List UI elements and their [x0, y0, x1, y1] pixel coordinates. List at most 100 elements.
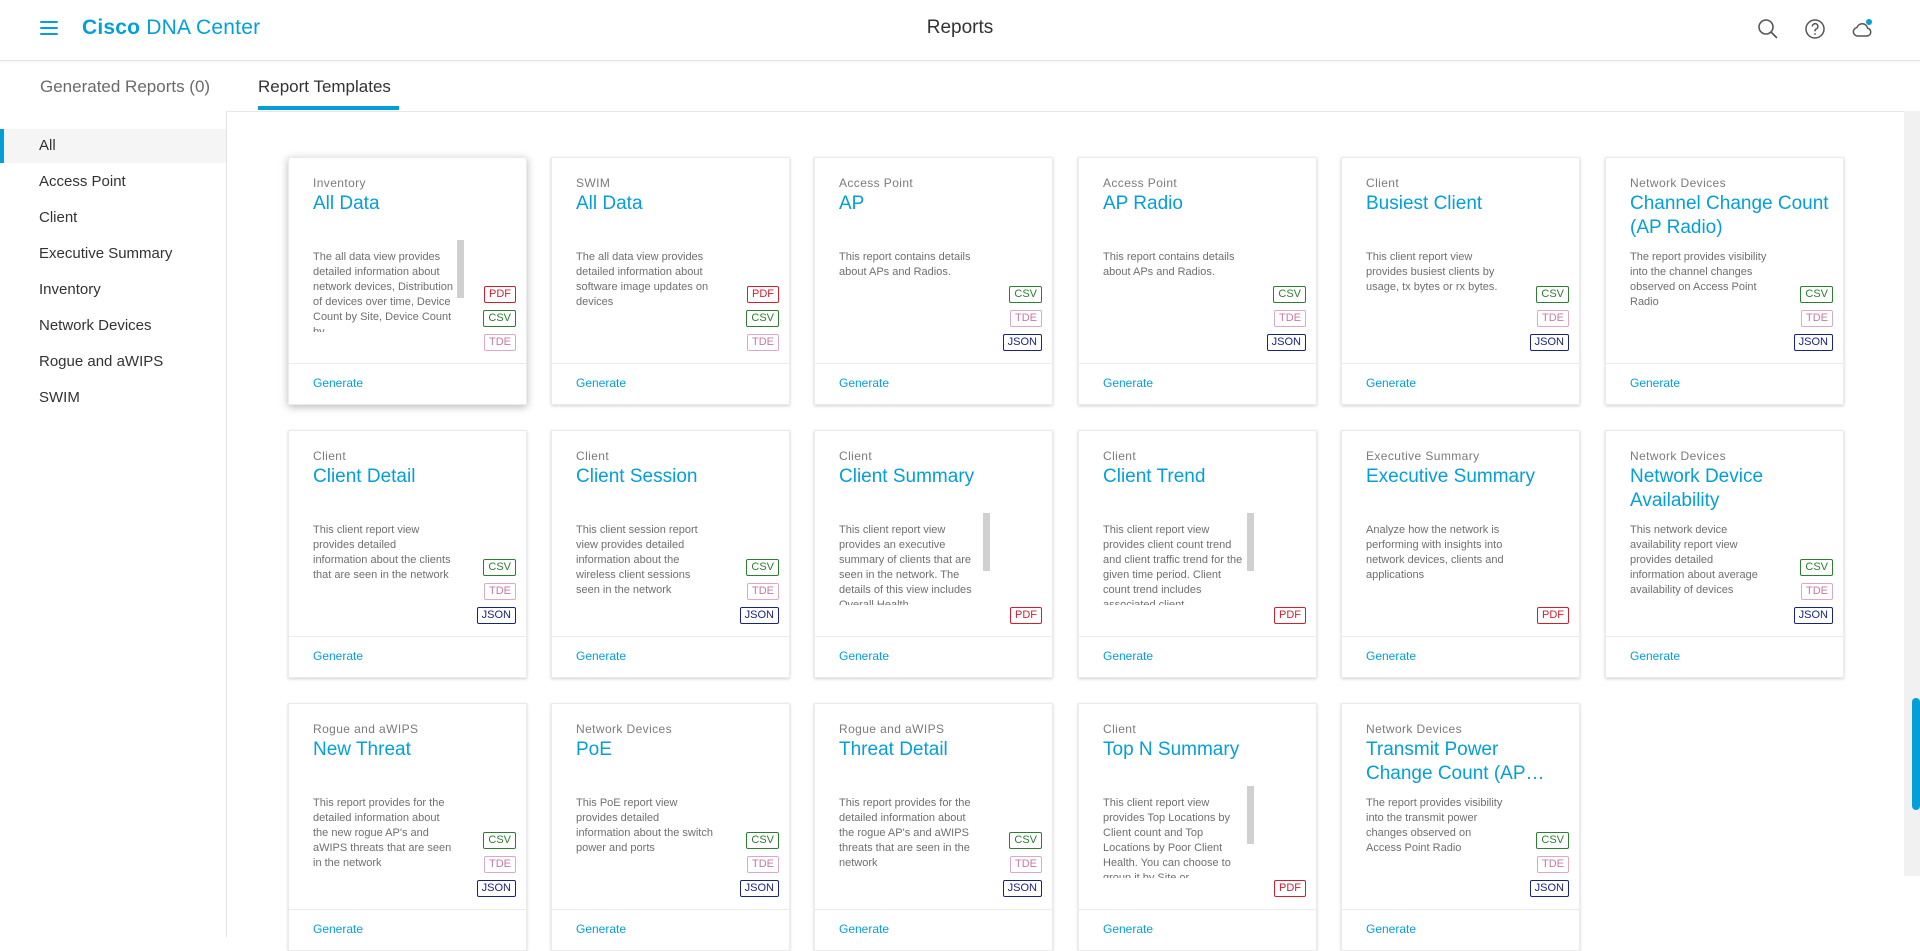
sidebar-item-access-point[interactable]: Access Point [0, 165, 226, 199]
report-template-card[interactable]: Client Busiest Client This client report v… [1341, 157, 1580, 405]
report-template-card[interactable]: SWIM All Data The all data view provides d… [551, 157, 790, 405]
cloud-notification-icon[interactable] [1850, 17, 1874, 41]
format-badge-csv[interactable]: CSV [746, 832, 779, 849]
format-badge-json[interactable]: JSON [739, 607, 779, 624]
format-badge-tde[interactable]: TDE [1010, 856, 1042, 873]
card-title[interactable]: Network Device Availability [1630, 465, 1830, 513]
report-template-card[interactable]: Rogue and aWIPS New Threat This report pro… [288, 703, 527, 951]
report-template-card[interactable]: Inventory All Data The all data view provi… [288, 157, 527, 405]
generate-button[interactable]: Generate [576, 376, 626, 390]
format-badge-csv[interactable]: CSV [1800, 286, 1833, 303]
format-badge-tde[interactable]: TDE [484, 856, 516, 873]
sidebar-item-swim[interactable]: SWIM [0, 381, 226, 415]
tab-generated-reports[interactable]: Generated Reports (0) [40, 77, 210, 97]
generate-button[interactable]: Generate [1630, 376, 1680, 390]
report-template-card[interactable]: Client Client Summary This client report v… [814, 430, 1053, 678]
format-badge-csv[interactable]: CSV [1009, 832, 1042, 849]
tab-report-templates[interactable]: Report Templates [258, 77, 391, 97]
format-badge-csv[interactable]: CSV [1009, 286, 1042, 303]
card-title[interactable]: Top N Summary [1103, 738, 1303, 762]
format-badge-json[interactable]: JSON [1002, 880, 1042, 897]
format-badge-json[interactable]: JSON [1002, 334, 1042, 351]
format-badge-tde[interactable]: TDE [484, 334, 516, 351]
card-title[interactable]: AP [839, 192, 1039, 216]
sidebar-item-rogue-and-awips[interactable]: Rogue and aWIPS [0, 345, 226, 379]
report-template-card[interactable]: Client Top N Summary This client report vi… [1078, 703, 1317, 951]
report-template-card[interactable]: Client Client Detail This client report vi… [288, 430, 527, 678]
format-badge-tde[interactable]: TDE [747, 334, 779, 351]
description-scrollbar[interactable] [1247, 786, 1254, 844]
format-badge-pdf[interactable]: PDF [484, 286, 516, 303]
format-badge-tde[interactable]: TDE [747, 583, 779, 600]
report-template-card[interactable]: Client Client Trend This client report vie… [1078, 430, 1317, 678]
sidebar-item-inventory[interactable]: Inventory [0, 273, 226, 307]
format-badge-csv[interactable]: CSV [746, 310, 779, 327]
format-badge-csv[interactable]: CSV [483, 559, 516, 576]
card-title[interactable]: Threat Detail [839, 738, 1039, 762]
description-scrollbar[interactable] [457, 240, 464, 298]
format-badge-tde[interactable]: TDE [1274, 310, 1306, 327]
format-badge-pdf[interactable]: PDF [1010, 607, 1042, 624]
format-badge-tde[interactable]: TDE [1537, 856, 1569, 873]
format-badge-json[interactable]: JSON [1793, 334, 1833, 351]
format-badge-tde[interactable]: TDE [1801, 310, 1833, 327]
report-template-card[interactable]: Rogue and aWIPS Threat Detail This report … [814, 703, 1053, 951]
report-template-card[interactable]: Network Devices PoE This PoE report view p… [551, 703, 790, 951]
card-title[interactable]: Transmit Power Change Count (AP… [1366, 738, 1566, 786]
card-title[interactable]: Executive Summary [1366, 465, 1566, 489]
card-title[interactable]: Client Trend [1103, 465, 1303, 489]
format-badge-json[interactable]: JSON [1529, 880, 1569, 897]
format-badge-csv[interactable]: CSV [1536, 832, 1569, 849]
sidebar-item-network-devices[interactable]: Network Devices [0, 309, 226, 343]
format-badge-pdf[interactable]: PDF [1274, 607, 1306, 624]
format-badge-pdf[interactable]: PDF [1274, 880, 1306, 897]
card-title[interactable]: New Threat [313, 738, 513, 762]
generate-button[interactable]: Generate [313, 649, 363, 663]
generate-button[interactable]: Generate [1103, 649, 1153, 663]
card-title[interactable]: PoE [576, 738, 776, 762]
generate-button[interactable]: Generate [1103, 376, 1153, 390]
format-badge-tde[interactable]: TDE [1010, 310, 1042, 327]
format-badge-json[interactable]: JSON [1266, 334, 1306, 351]
report-template-card[interactable]: Executive Summary Executive Summary Analyz… [1341, 430, 1580, 678]
generate-button[interactable]: Generate [1366, 922, 1416, 936]
card-title[interactable]: All Data [313, 192, 513, 216]
format-badge-json[interactable]: JSON [476, 880, 516, 897]
generate-button[interactable]: Generate [1366, 649, 1416, 663]
format-badge-csv[interactable]: CSV [1536, 286, 1569, 303]
report-template-card[interactable]: Client Client Session This client session … [551, 430, 790, 678]
format-badge-tde[interactable]: TDE [1537, 310, 1569, 327]
format-badge-csv[interactable]: CSV [1800, 559, 1833, 576]
format-badge-pdf[interactable]: PDF [747, 286, 779, 303]
format-badge-csv[interactable]: CSV [483, 832, 516, 849]
report-template-card[interactable]: Network Devices Channel Change Count (AP … [1605, 157, 1844, 405]
format-badge-csv[interactable]: CSV [1273, 286, 1306, 303]
generate-button[interactable]: Generate [1630, 649, 1680, 663]
help-icon[interactable] [1803, 17, 1827, 41]
format-badge-json[interactable]: JSON [739, 880, 779, 897]
format-badge-tde[interactable]: TDE [747, 856, 779, 873]
description-scrollbar[interactable] [1247, 513, 1254, 571]
card-title[interactable]: Channel Change Count (AP Radio) [1630, 192, 1830, 240]
sidebar-item-all[interactable]: All [0, 129, 226, 163]
report-template-card[interactable]: Access Point AP Radio This report contains… [1078, 157, 1317, 405]
generate-button[interactable]: Generate [839, 922, 889, 936]
report-template-card[interactable]: Access Point AP This report contains detai… [814, 157, 1053, 405]
generate-button[interactable]: Generate [576, 922, 626, 936]
search-icon[interactable] [1756, 17, 1780, 41]
report-template-card[interactable]: Network Devices Network Device Availabili… [1605, 430, 1844, 678]
card-title[interactable]: Busiest Client [1366, 192, 1566, 216]
report-template-card[interactable]: Network Devices Transmit Power Change Cou… [1341, 703, 1580, 951]
format-badge-json[interactable]: JSON [1529, 334, 1569, 351]
generate-button[interactable]: Generate [839, 376, 889, 390]
generate-button[interactable]: Generate [1366, 376, 1416, 390]
format-badge-json[interactable]: JSON [1793, 607, 1833, 624]
card-title[interactable]: All Data [576, 192, 776, 216]
generate-button[interactable]: Generate [313, 376, 363, 390]
sidebar-item-client[interactable]: Client [0, 201, 226, 235]
sidebar-item-executive-summary[interactable]: Executive Summary [0, 237, 226, 271]
card-title[interactable]: Client Summary [839, 465, 1039, 489]
card-title[interactable]: Client Session [576, 465, 776, 489]
format-badge-tde[interactable]: TDE [484, 583, 516, 600]
format-badge-csv[interactable]: CSV [746, 559, 779, 576]
